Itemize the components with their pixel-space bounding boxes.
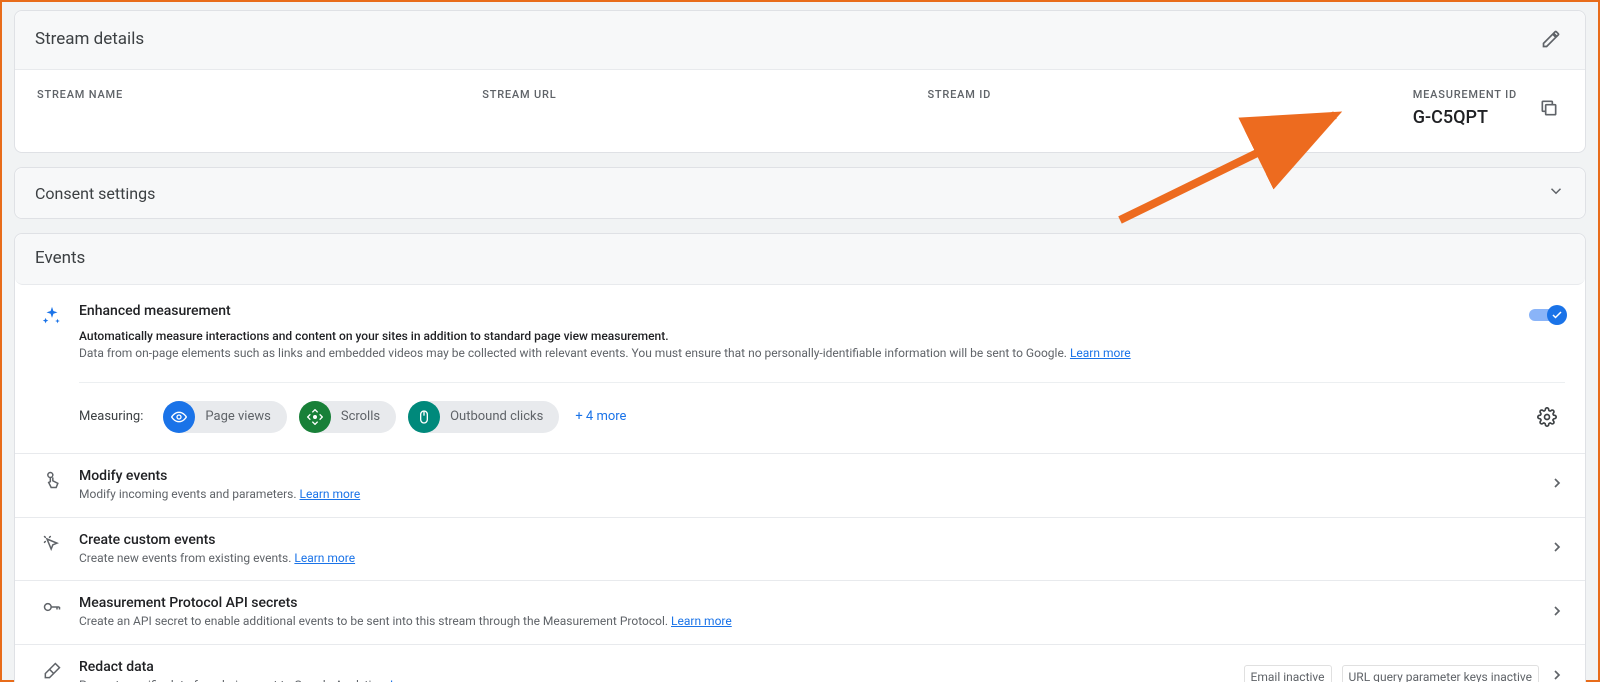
events-card: Events Enhanc bbox=[14, 233, 1586, 682]
events-header: Events bbox=[15, 234, 1585, 285]
edit-icon[interactable] bbox=[1537, 25, 1565, 53]
redact-tag-email: Email inactive bbox=[1244, 665, 1332, 682]
eye-icon bbox=[163, 401, 195, 433]
measuring-row: Measuring: Page views bbox=[79, 382, 1565, 433]
modify-events-title: Modify events bbox=[79, 468, 1539, 484]
cursor-sparkle-icon bbox=[42, 534, 62, 558]
chip-outbound-clicks: Outbound clicks bbox=[408, 401, 559, 433]
key-icon bbox=[42, 597, 62, 621]
redact-data-sub: Prevent specific data from being sent to… bbox=[79, 677, 1234, 682]
stream-url-col: STREAM URL bbox=[482, 88, 927, 128]
chip-outbound-label: Outbound clicks bbox=[450, 409, 543, 424]
gear-icon[interactable] bbox=[1533, 403, 1561, 431]
stream-url-label: STREAM URL bbox=[482, 88, 927, 101]
custom-learn-more-link[interactable]: Learn more bbox=[294, 551, 355, 565]
touch-icon bbox=[42, 470, 62, 494]
redact-tag-url: URL query parameter keys inactive bbox=[1342, 665, 1539, 682]
enhanced-measurement-desc1: Automatically measure interactions and c… bbox=[79, 329, 1509, 343]
stream-name-label: STREAM NAME bbox=[37, 88, 482, 101]
chip-page-views: Page views bbox=[163, 401, 286, 433]
custom-events-sub: Create new events from existing events. … bbox=[79, 550, 1539, 567]
stream-id-col: STREAM ID bbox=[927, 88, 1372, 128]
enhanced-measurement-title: Enhanced measurement bbox=[79, 303, 1509, 319]
create-custom-events-row[interactable]: Create custom events Create new events f… bbox=[15, 517, 1585, 581]
secrets-learn-more-link[interactable]: Learn more bbox=[671, 614, 732, 628]
redact-data-row[interactable]: Redact data Prevent specific data from b… bbox=[15, 644, 1585, 682]
chevron-right-icon bbox=[1549, 475, 1565, 495]
custom-events-title: Create custom events bbox=[79, 532, 1539, 548]
mouse-icon bbox=[408, 401, 440, 433]
chevron-down-icon bbox=[1547, 182, 1565, 204]
stream-id-label: STREAM ID bbox=[927, 88, 1372, 101]
api-secrets-row[interactable]: Measurement Protocol API secrets Create … bbox=[15, 580, 1585, 644]
chevron-right-icon bbox=[1549, 539, 1565, 559]
chevron-right-icon bbox=[1549, 667, 1565, 682]
enhanced-measurement-row: Enhanced measurement Automatically measu… bbox=[15, 285, 1585, 453]
modify-learn-more-link[interactable]: Learn more bbox=[300, 487, 361, 501]
stream-details-title: Stream details bbox=[35, 29, 144, 49]
chip-page-views-label: Page views bbox=[205, 409, 270, 424]
stream-details-header: Stream details bbox=[15, 11, 1585, 70]
enhanced-measurement-toggle[interactable] bbox=[1529, 305, 1565, 325]
copy-icon[interactable] bbox=[1535, 94, 1563, 122]
measuring-label: Measuring: bbox=[79, 409, 143, 424]
stream-details-body: STREAM NAME STREAM URL STREAM ID MEASURE… bbox=[15, 70, 1585, 152]
consent-settings-title: Consent settings bbox=[35, 184, 155, 203]
sparkle-icon bbox=[41, 305, 63, 331]
consent-settings-card[interactable]: Consent settings bbox=[14, 167, 1586, 219]
stream-name-col: STREAM NAME bbox=[37, 88, 482, 128]
enhanced-measurement-desc2: Data from on-page elements such as links… bbox=[79, 345, 1509, 362]
api-secrets-sub: Create an API secret to enable additiona… bbox=[79, 613, 1539, 630]
scroll-icon bbox=[299, 401, 331, 433]
measurement-id-label: MEASUREMENT ID bbox=[1413, 88, 1517, 101]
more-chips-link[interactable]: + 4 more bbox=[575, 409, 626, 424]
measurement-id-value: G-C5QPT bbox=[1413, 107, 1517, 128]
redact-learn-more-link[interactable]: Learn more bbox=[390, 678, 451, 682]
chip-scrolls-label: Scrolls bbox=[341, 409, 380, 424]
chevron-right-icon bbox=[1549, 603, 1565, 623]
eraser-icon bbox=[42, 661, 62, 682]
chip-scrolls: Scrolls bbox=[299, 401, 396, 433]
redact-data-title: Redact data bbox=[79, 659, 1234, 675]
modify-events-row[interactable]: Modify events Modify incoming events and… bbox=[15, 453, 1585, 517]
enhanced-learn-more-link[interactable]: Learn more bbox=[1070, 346, 1131, 360]
events-title: Events bbox=[35, 248, 85, 268]
modify-events-sub: Modify incoming events and parameters. L… bbox=[79, 486, 1539, 503]
api-secrets-title: Measurement Protocol API secrets bbox=[79, 595, 1539, 611]
measurement-id-col: MEASUREMENT ID G-C5QPT bbox=[1373, 88, 1563, 128]
stream-details-card: Stream details STREAM NAME STREAM URL ST… bbox=[14, 10, 1586, 153]
